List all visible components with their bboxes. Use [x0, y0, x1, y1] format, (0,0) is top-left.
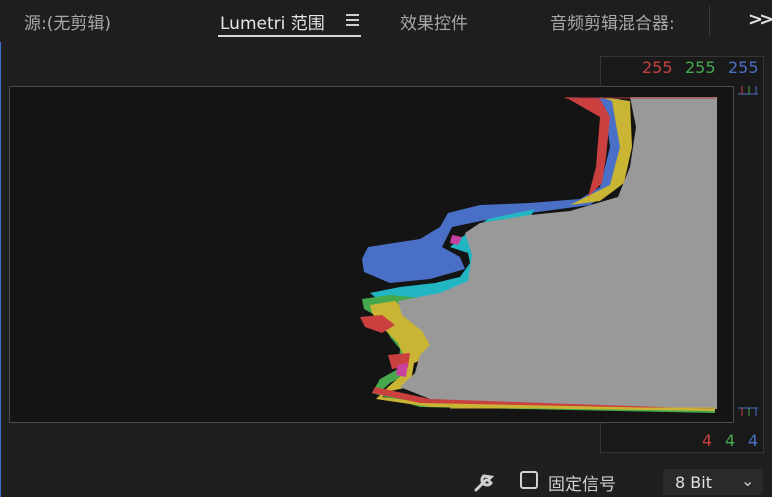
tab-audio-clip-mixer[interactable]: 音频剪辑混合器: [550, 9, 675, 34]
tab-effect-controls[interactable]: 效果控件 [400, 9, 468, 34]
bit-depth-value: 8 Bit [675, 473, 712, 492]
scale-top-red: 255 [642, 58, 673, 77]
clamp-signal-label: 固定信号 [548, 475, 616, 495]
scale-bottom-ticks [738, 407, 758, 416]
panel-tab-bar: 源:(无剪辑) Lumetri 范围 效果控件 音频剪辑混合器: >> [0, 0, 772, 42]
clamp-signal-checkbox[interactable] [520, 471, 538, 489]
scale-bottom-green: 4 [725, 431, 736, 450]
wrench-icon[interactable] [474, 471, 498, 493]
tab-lumetri-scopes[interactable]: Lumetri 范围 [220, 9, 325, 34]
scale-top-blue: 255 [728, 58, 759, 77]
scale-bottom-red: 4 [702, 431, 713, 450]
bit-depth-dropdown[interactable]: 8 Bit ⌄ [663, 469, 763, 495]
scale-top-green: 255 [685, 58, 716, 77]
scale-bottom-blue: 4 [748, 431, 759, 450]
tab-source[interactable]: 源:(无剪辑) [24, 9, 111, 34]
histogram-scope [9, 86, 734, 423]
hamburger-menu-icon[interactable] [345, 11, 361, 31]
active-tab-indicator [218, 35, 361, 37]
double-chevron-right-icon[interactable]: >> [748, 9, 772, 30]
chevron-down-icon: ⌄ [741, 471, 755, 490]
histogram-graph [360, 97, 717, 413]
scale-top-ticks [738, 86, 758, 95]
tab-separator [709, 6, 710, 36]
